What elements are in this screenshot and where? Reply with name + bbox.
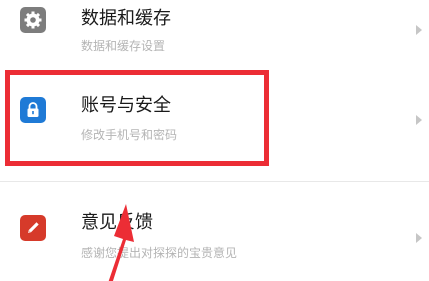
annotation-arrow [108, 204, 134, 281]
